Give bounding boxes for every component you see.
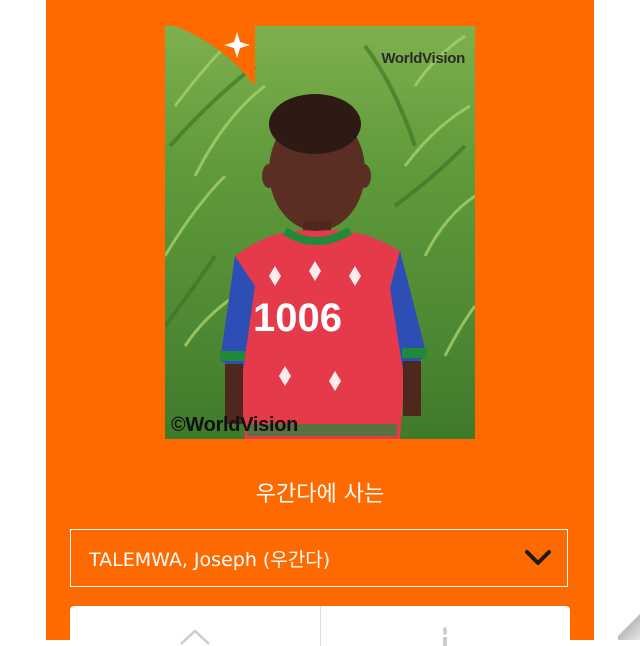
profile-subtitle: 우간다에 사는 [255, 482, 385, 507]
panel-right-action[interactable] [319, 606, 571, 646]
child-photo: 1006 WorldVision ©WorldVision [165, 26, 475, 439]
left-margin [0, 0, 46, 640]
panel-left-action[interactable] [70, 606, 320, 646]
home-icon [179, 629, 210, 645]
shirt-number: 1006 [253, 296, 342, 340]
child-select-value: TALEMWA, Joseph (우간다) [89, 548, 331, 571]
logo-badge [175, 26, 255, 86]
bottom-action-panel [70, 606, 570, 646]
photo-copyright: ©WorldVision [171, 414, 299, 436]
child-profile-card: 1006 WorldVision ©WorldVision 우간다에 사는 TA… [46, 0, 594, 646]
child-select-dropdown[interactable]: TALEMWA, Joseph (우간다) [70, 529, 568, 587]
chevron-down-icon[interactable] [523, 548, 553, 568]
right-margin [594, 0, 640, 640]
candle-icon [443, 627, 448, 646]
worldvision-logo: WorldVision [381, 50, 465, 67]
page-curl [618, 610, 640, 640]
